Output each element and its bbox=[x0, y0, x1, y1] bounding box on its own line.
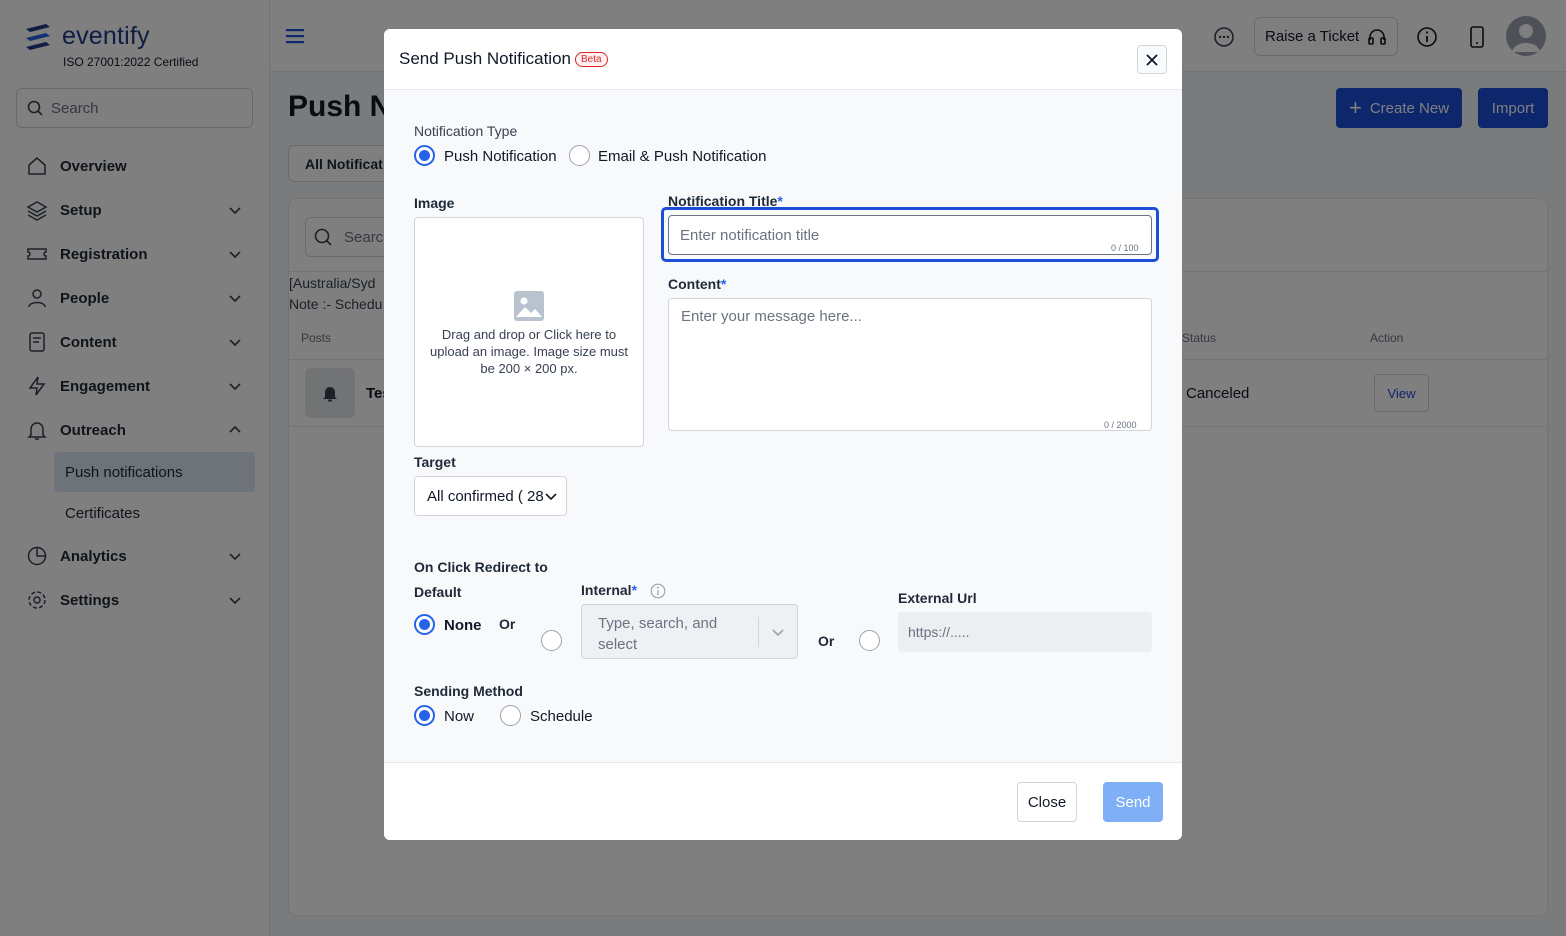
radio-send-schedule[interactable] bbox=[500, 705, 521, 726]
or-separator: Or bbox=[499, 616, 516, 632]
modal-close-button[interactable] bbox=[1137, 45, 1167, 74]
external-url-input[interactable] bbox=[898, 612, 1152, 652]
radio-send-now-label[interactable]: Now bbox=[444, 708, 474, 725]
radio-redirect-none-label[interactable]: None bbox=[444, 617, 482, 634]
external-url-label: External Url bbox=[898, 590, 977, 606]
radio-email-push-notification-label[interactable]: Email & Push Notification bbox=[598, 148, 766, 165]
radio-push-notification-label[interactable]: Push Notification bbox=[444, 148, 557, 165]
radio-send-schedule-label[interactable]: Schedule bbox=[530, 708, 593, 725]
content-label: Content* bbox=[668, 276, 727, 292]
radio-redirect-external[interactable] bbox=[859, 630, 880, 651]
target-label: Target bbox=[414, 454, 456, 470]
image-upload-dropzone[interactable]: Drag and drop or Click here to upload an… bbox=[414, 217, 644, 447]
default-label: Default bbox=[414, 584, 462, 600]
radio-redirect-internal[interactable] bbox=[541, 630, 562, 651]
radio-send-now[interactable] bbox=[414, 705, 435, 726]
modal-title: Send Push Notification bbox=[399, 49, 571, 68]
notification-title-input[interactable] bbox=[668, 215, 1152, 255]
send-button[interactable]: Send bbox=[1103, 782, 1163, 822]
close-icon bbox=[1146, 53, 1158, 66]
radio-push-notification[interactable] bbox=[414, 145, 435, 166]
modal-header: Send Push Notification Beta bbox=[384, 29, 1182, 90]
content-textarea[interactable] bbox=[668, 298, 1152, 431]
chevron-down-icon bbox=[545, 493, 557, 501]
modal-footer: Close Send bbox=[384, 762, 1182, 840]
internal-page-select[interactable]: Type, search, and select bbox=[581, 604, 798, 659]
content-label-text: Content bbox=[668, 276, 721, 292]
target-select-value: All confirmed ( 28 bbox=[427, 487, 544, 505]
title-char-counter: 0 / 100 bbox=[1111, 243, 1139, 253]
chevron-down-icon bbox=[772, 629, 784, 637]
send-push-notification-modal: Send Push Notification Beta Notification… bbox=[384, 29, 1182, 840]
sending-method-label: Sending Method bbox=[414, 683, 523, 699]
notification-type-label: Notification Type bbox=[414, 123, 518, 139]
radio-email-push-notification[interactable] bbox=[569, 145, 590, 166]
beta-badge: Beta bbox=[575, 51, 608, 67]
image-placeholder-icon bbox=[514, 291, 544, 321]
image-label: Image bbox=[414, 195, 455, 211]
internal-select-placeholder: Type, search, and select bbox=[598, 615, 718, 653]
upload-hint: Drag and drop or Click here to upload an… bbox=[430, 327, 628, 376]
close-button[interactable]: Close bbox=[1017, 782, 1077, 822]
internal-label-text: Internal bbox=[581, 582, 632, 598]
redirect-label: On Click Redirect to bbox=[414, 559, 548, 575]
or-separator: Or bbox=[818, 633, 835, 649]
internal-label: Internal* bbox=[581, 582, 638, 598]
content-char-counter: 0 / 2000 bbox=[1104, 420, 1137, 430]
info-icon[interactable] bbox=[650, 583, 666, 599]
target-select[interactable]: All confirmed ( 28 bbox=[414, 476, 567, 516]
radio-redirect-none[interactable] bbox=[414, 614, 435, 635]
